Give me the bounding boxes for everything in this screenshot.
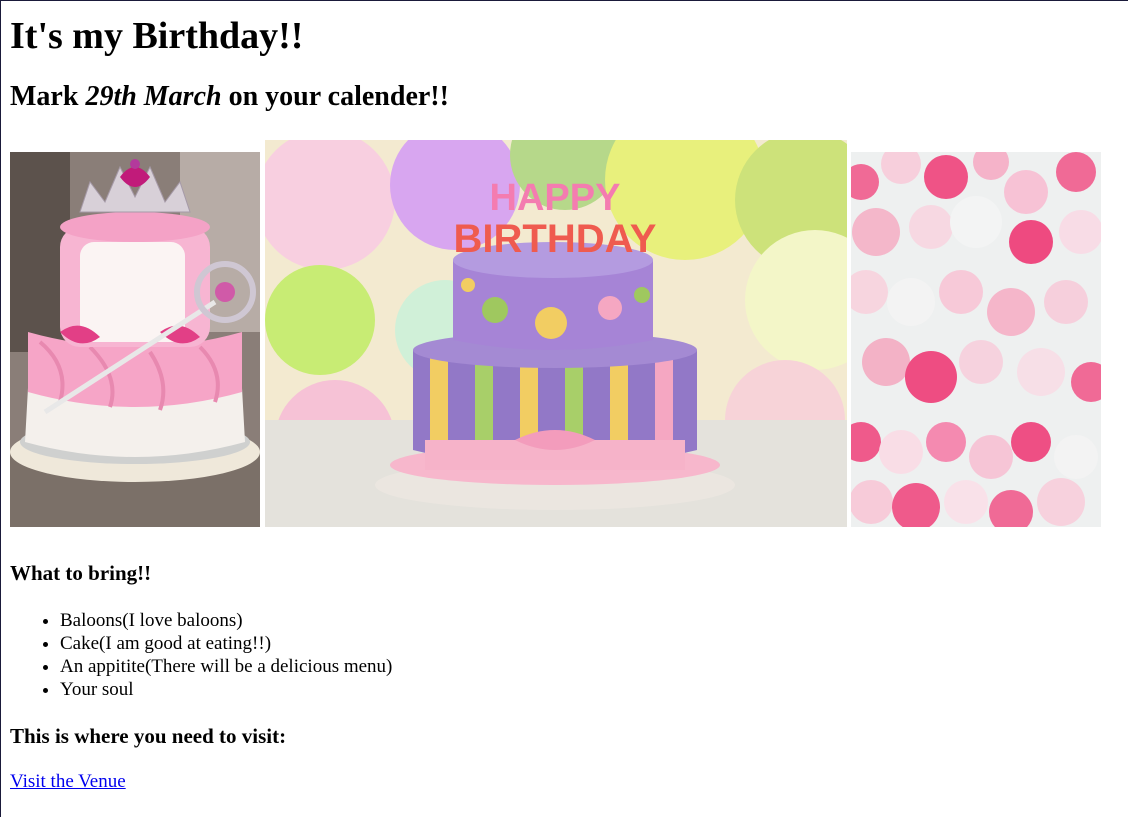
happy-birthday-cake-photo: HAPPY BIRTHDAY — [265, 140, 847, 527]
date-heading-suffix: on your calender!! — [221, 81, 449, 112]
pink-balloons-photo — [851, 152, 1101, 527]
visit-heading: This is where you need to visit: — [10, 724, 287, 748]
date-heading-prefix: Mark — [10, 81, 86, 112]
date-emphasis: 29th March — [85, 81, 222, 112]
date-heading: Mark 29th March on your calender!! — [10, 81, 1128, 113]
bring-list: Baloons(I love baloons) Cake(I am good a… — [10, 609, 1128, 701]
svg-text:HAPPY: HAPPY — [490, 177, 621, 219]
list-item: Baloons(I love baloons) — [60, 609, 1128, 632]
princess-cake-photo — [10, 152, 260, 527]
image-gallery: HAPPY BIRTHDAY — [10, 140, 1128, 530]
list-item: Your soul — [60, 678, 1128, 701]
page-title: It's my Birthday!! — [10, 15, 304, 57]
list-item: Cake(I am good at eating!!) — [60, 632, 1128, 655]
svg-text:BIRTHDAY: BIRTHDAY — [454, 217, 657, 261]
list-item: An appitite(There will be a delicious me… — [60, 655, 1128, 678]
what-to-bring-heading: What to bring!! — [10, 561, 152, 585]
visit-venue-link[interactable]: Visit the Venue — [10, 771, 126, 793]
